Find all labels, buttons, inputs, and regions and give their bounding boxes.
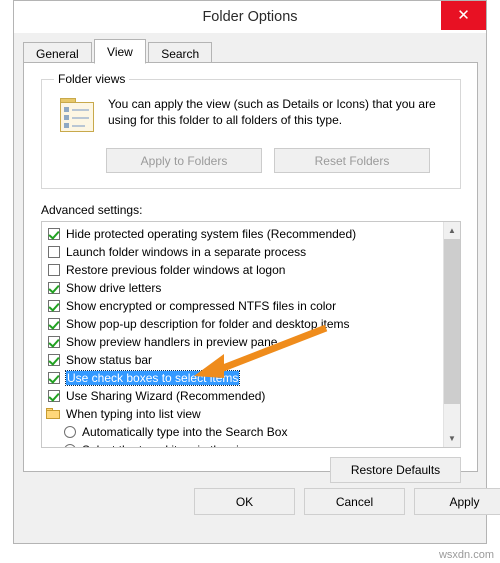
folder-views-group: Folder views You can apply the view (suc… bbox=[41, 72, 461, 189]
advanced-settings-list[interactable]: Hide protected operating system files (R… bbox=[41, 221, 461, 448]
list-item-use-check-boxes[interactable]: Use check boxes to select items bbox=[42, 369, 445, 387]
list-item-label: Show preview handlers in preview pane bbox=[66, 335, 278, 349]
restore-defaults-button[interactable]: Restore Defaults bbox=[330, 457, 461, 483]
checkbox-icon[interactable] bbox=[48, 228, 60, 240]
list-item-label: Use Sharing Wizard (Recommended) bbox=[66, 389, 266, 403]
list-item-label: Hide protected operating system files (R… bbox=[66, 227, 357, 241]
list-item-group-header[interactable]: When typing into list view bbox=[42, 405, 445, 423]
list-item-radio[interactable]: Automatically type into the Search Box bbox=[42, 423, 445, 441]
list-item-label: When typing into list view bbox=[66, 407, 201, 421]
checkbox-icon[interactable] bbox=[48, 246, 60, 258]
scroll-down-icon[interactable]: ▼ bbox=[444, 430, 460, 447]
tab-search[interactable]: Search bbox=[148, 42, 213, 64]
list-item[interactable]: Show preview handlers in preview pane bbox=[42, 333, 445, 351]
list-item[interactable]: Use Sharing Wizard (Recommended) bbox=[42, 387, 445, 405]
list-item-label: Select the typed item in the view bbox=[82, 443, 254, 447]
scroll-up-icon[interactable]: ▲ bbox=[444, 222, 460, 239]
watermark: wsxdn.com bbox=[438, 549, 494, 561]
checkbox-icon[interactable] bbox=[48, 390, 60, 402]
advanced-settings-rows: Hide protected operating system files (R… bbox=[42, 222, 445, 447]
scrollbar-thumb[interactable] bbox=[444, 239, 460, 404]
list-item[interactable]: Show drive letters bbox=[42, 279, 445, 297]
checkbox-icon[interactable] bbox=[48, 354, 60, 366]
apply-button[interactable]: Apply bbox=[414, 488, 500, 515]
tab-strip: General View Search bbox=[23, 39, 213, 64]
checkbox-icon[interactable] bbox=[48, 300, 60, 312]
radio-icon[interactable] bbox=[64, 426, 76, 438]
view-tab-panel: Folder views You can apply the view (suc… bbox=[23, 62, 478, 483]
cancel-button[interactable]: Cancel bbox=[304, 488, 405, 515]
list-item[interactable]: Launch folder windows in a separate proc… bbox=[42, 243, 445, 261]
list-item-label: Launch folder windows in a separate proc… bbox=[66, 245, 307, 259]
list-item[interactable]: Show pop-up description for folder and d… bbox=[42, 315, 445, 333]
list-item-radio-selected[interactable]: Select the typed item in the view bbox=[42, 441, 445, 447]
advanced-settings-label: Advanced settings: bbox=[41, 203, 143, 217]
radio-icon[interactable] bbox=[64, 444, 76, 447]
list-item-label: Restore previous folder windows at logon bbox=[66, 263, 286, 277]
window-title: Folder Options bbox=[202, 9, 298, 25]
folder-icon bbox=[46, 408, 60, 419]
tab-view[interactable]: View bbox=[94, 39, 146, 64]
list-item-label: Show status bar bbox=[66, 353, 153, 367]
list-item-label: Show pop-up description for folder and d… bbox=[66, 317, 350, 331]
folder-views-description: You can apply the view (such as Details … bbox=[108, 97, 436, 127]
list-item[interactable]: Show status bar bbox=[42, 351, 445, 369]
close-icon[interactable]: ✕ bbox=[441, 1, 486, 30]
ok-button[interactable]: OK bbox=[194, 488, 295, 515]
folder-views-title: Folder views bbox=[54, 72, 130, 86]
list-item[interactable]: Hide protected operating system files (R… bbox=[42, 225, 445, 243]
list-item[interactable]: Restore previous folder windows at logon bbox=[42, 261, 445, 279]
list-scrollbar[interactable]: ▲ ▼ bbox=[443, 222, 460, 447]
list-item-label: Automatically type into the Search Box bbox=[82, 425, 288, 439]
checkbox-icon[interactable] bbox=[48, 336, 60, 348]
reset-folders-button[interactable]: Reset Folders bbox=[274, 148, 430, 173]
checkbox-icon[interactable] bbox=[48, 372, 60, 384]
folder-view-icon bbox=[58, 98, 98, 134]
list-item-label: Show drive letters bbox=[66, 281, 162, 295]
checkbox-icon[interactable] bbox=[48, 318, 60, 330]
title-bar: Folder Options ✕ bbox=[14, 1, 486, 33]
apply-to-folders-button[interactable]: Apply to Folders bbox=[106, 148, 262, 173]
checkbox-icon[interactable] bbox=[48, 264, 60, 276]
folder-options-dialog: Folder Options ✕ General View Search Fol… bbox=[13, 0, 500, 544]
list-item-label: Use check boxes to select items bbox=[64, 370, 241, 386]
list-item[interactable]: Show encrypted or compressed NTFS files … bbox=[42, 297, 445, 315]
tab-general[interactable]: General bbox=[23, 42, 92, 64]
checkbox-icon[interactable] bbox=[48, 282, 60, 294]
list-item-label: Show encrypted or compressed NTFS files … bbox=[66, 299, 337, 313]
